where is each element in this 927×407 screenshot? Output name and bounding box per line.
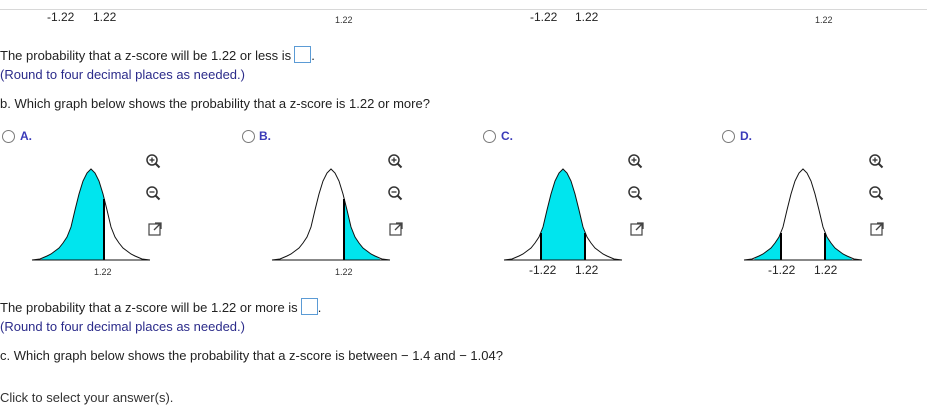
external-link-icon[interactable] <box>869 221 885 237</box>
zoom-out-icon[interactable] <box>387 185 403 201</box>
zoom-out-icon[interactable] <box>868 185 884 201</box>
tick-label: -1.22 <box>768 263 796 277</box>
tick-label: 1.22 <box>335 267 353 277</box>
part-a-answer-input[interactable] <box>294 46 312 63</box>
option-c-graph <box>503 168 623 261</box>
option-c-label[interactable]: C. <box>501 129 513 143</box>
tick-label: 1.22 <box>94 267 112 277</box>
part-b-answer-input[interactable] <box>300 298 318 315</box>
option-a-radio[interactable] <box>2 130 15 143</box>
external-link-icon[interactable] <box>147 221 163 237</box>
zoom-out-icon[interactable] <box>145 185 161 201</box>
zoom-out-icon[interactable] <box>627 185 643 201</box>
answer-suffix: . <box>311 48 315 63</box>
option-a-label[interactable]: A. <box>20 129 32 143</box>
tick-label: -1.22 <box>529 263 557 277</box>
zoom-in-icon[interactable] <box>627 153 643 169</box>
zoom-in-icon[interactable] <box>145 153 161 169</box>
external-link-icon[interactable] <box>629 221 645 237</box>
part-b-answer-text: The probability that a z-score will be 1… <box>0 300 298 315</box>
zoom-in-icon[interactable] <box>868 153 884 169</box>
external-link-icon[interactable] <box>388 221 404 237</box>
option-b-graph <box>271 168 391 261</box>
tick-label: 1.22 <box>575 263 599 277</box>
normal-curve <box>271 168 391 261</box>
prev-graph-tick-label: 1.22 <box>335 15 353 25</box>
normal-curve <box>743 168 863 261</box>
shaded-region <box>541 169 585 260</box>
option-d-graph <box>743 168 863 261</box>
option-d-radio[interactable] <box>722 130 735 143</box>
prev-graph-tick-label: -1.22 <box>47 10 75 24</box>
part-b-question: b. Which graph below shows the probabili… <box>0 96 430 111</box>
part-a-round-note: (Round to four decimal places as needed.… <box>0 67 245 82</box>
prev-graph-tick-label: 1.22 <box>575 10 599 24</box>
part-c-question: c. Which graph below shows the probabili… <box>0 348 503 363</box>
prev-graph-tick-label: -1.22 <box>530 10 558 24</box>
zoom-in-icon[interactable] <box>387 153 403 169</box>
prev-graph-tick-label: 1.22 <box>93 10 117 24</box>
part-a-answer-text: The probability that a z-score will be 1… <box>0 48 292 63</box>
shaded-region <box>40 169 104 260</box>
option-d-label[interactable]: D. <box>740 129 752 143</box>
shaded-region <box>344 199 380 260</box>
option-c-radio[interactable] <box>483 130 496 143</box>
prev-graph-tick-label: 1.22 <box>815 15 833 25</box>
tick-label: 1.22 <box>814 263 838 277</box>
footer-hint: Click to select your answer(s). <box>0 390 174 405</box>
part-a-answer-line: The probability that a z-score will be 1… <box>0 46 315 63</box>
option-a-graph <box>31 168 151 261</box>
option-b-radio[interactable] <box>242 130 255 143</box>
part-b-round-note: (Round to four decimal places as needed.… <box>0 319 245 334</box>
part-b-answer-line: The probability that a z-score will be 1… <box>0 298 321 315</box>
option-b-label[interactable]: B. <box>259 129 271 143</box>
answer-suffix: . <box>317 300 322 315</box>
divider-line <box>0 9 927 10</box>
